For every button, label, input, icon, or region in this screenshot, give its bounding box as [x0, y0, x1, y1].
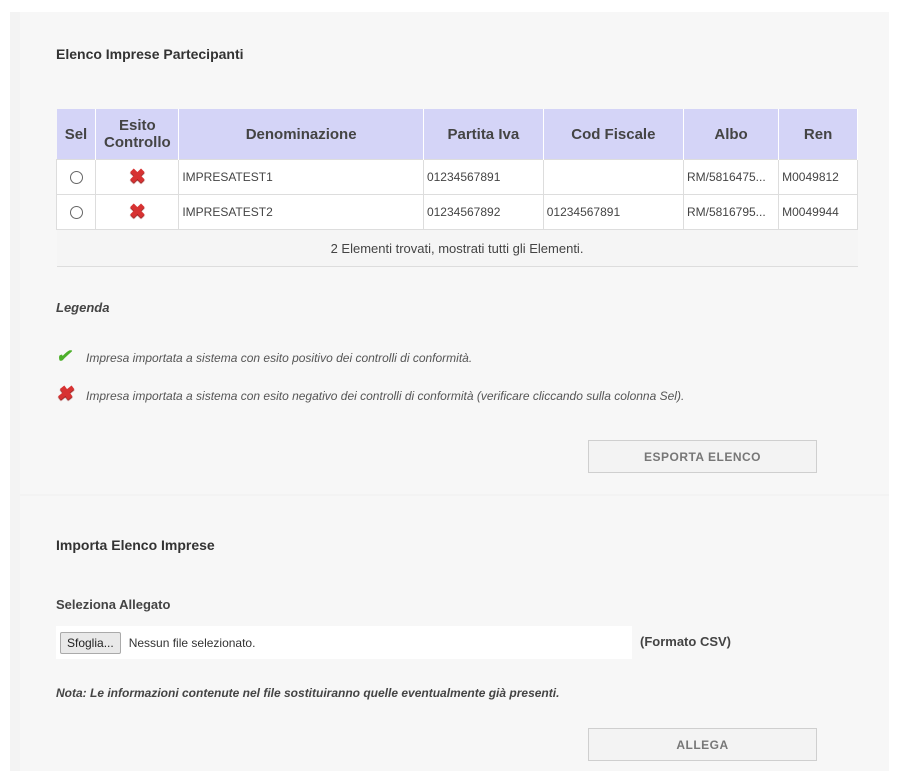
header-esito[interactable]: Esito Controllo: [95, 109, 180, 160]
table-header-row: Sel Esito Controllo Denominazione Partit…: [56, 109, 858, 160]
attach-button[interactable]: ALLEGA: [588, 728, 817, 761]
table-footer-row: 2 Elementi trovati, mostrati tutti gli E…: [56, 229, 858, 267]
file-input[interactable]: Sfoglia... Nessun file selezionato.: [56, 626, 632, 659]
cod-fiscale-cell: [542, 159, 684, 195]
format-hint: (Formato CSV): [640, 634, 731, 649]
header-partita-iva[interactable]: Partita Iva: [423, 109, 544, 160]
participants-title: Elenco Imprese Partecipanti: [56, 46, 244, 62]
partita-iva-cell: 01234567891: [422, 159, 544, 195]
file-status: Nessun file selezionato.: [128, 635, 256, 650]
header-albo[interactable]: Albo: [683, 109, 780, 160]
table-row: ✖ IMPRESATEST2 01234567892 01234567891 R…: [55, 194, 858, 230]
import-note: Nota: Le informazioni contenute nel file…: [56, 686, 560, 700]
sel-cell: [55, 159, 97, 195]
check-mark-icon: ✔: [56, 346, 72, 366]
x-mark-icon: ✖: [128, 201, 146, 223]
browse-button[interactable]: Sfoglia...: [60, 631, 121, 654]
select-radio[interactable]: [69, 206, 83, 220]
sel-cell: [55, 194, 97, 230]
legend-title: Legenda: [56, 300, 110, 315]
albo-cell: RM/5816795...: [682, 194, 780, 230]
cod-fiscale-cell: 01234567891: [542, 194, 684, 230]
esito-cell: ✖: [95, 159, 180, 195]
participants-table: Sel Esito Controllo Denominazione Partit…: [55, 109, 858, 267]
x-mark-icon: ✖: [56, 383, 73, 405]
table-footer-text: 2 Elementi trovati, mostrati tutti gli E…: [56, 229, 858, 267]
right-margin: [889, 12, 919, 771]
legend-negative-text: Impresa importata a sistema con esito ne…: [86, 389, 685, 403]
attach-label: Seleziona Allegato: [56, 597, 171, 612]
export-button[interactable]: ESPORTA ELENCO: [588, 440, 817, 473]
table-row: ✖ IMPRESATEST1 01234567891 RM/5816475...…: [55, 159, 858, 195]
denominazione-cell: IMPRESATEST2: [178, 194, 424, 230]
esito-cell: ✖: [95, 194, 180, 230]
header-ren[interactable]: Ren: [778, 109, 858, 160]
select-radio[interactable]: [69, 171, 83, 185]
header-sel[interactable]: Sel: [56, 109, 97, 160]
header-cod-fiscale[interactable]: Cod Fiscale: [543, 109, 684, 160]
partita-iva-cell: 01234567892: [422, 194, 544, 230]
ren-cell: M0049944: [778, 194, 858, 230]
albo-cell: RM/5816475...: [682, 159, 780, 195]
import-title: Importa Elenco Imprese: [56, 537, 215, 553]
header-denominazione[interactable]: Denominazione: [178, 109, 424, 160]
legend-positive-text: Impresa importata a sistema con esito po…: [86, 351, 473, 365]
legend-negative: ✖ Impresa importata a sistema con esito n…: [56, 384, 684, 404]
legend-positive: ✔ Impresa importata a sistema con esito p…: [56, 346, 472, 367]
denominazione-cell: IMPRESATEST1: [178, 159, 424, 195]
ren-cell: M0049812: [778, 159, 858, 195]
x-mark-icon: ✖: [128, 166, 146, 188]
